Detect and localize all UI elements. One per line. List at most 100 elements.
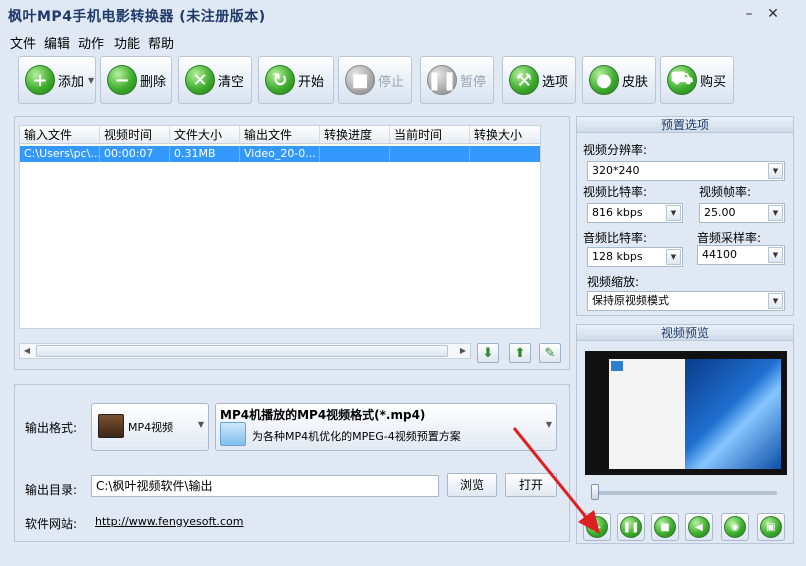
browse-button[interactable]: 浏览 [447, 473, 497, 497]
fullscreen-button[interactable]: ▣ [757, 513, 785, 541]
tv-icon [98, 414, 124, 438]
video-scale-label: 视频缩放: [587, 275, 640, 289]
title-bar: 枫叶MP4手机电影转换器 (未注册版本) – ✕ [0, 0, 806, 30]
cell-video-time: 00:00:07 [100, 146, 170, 162]
cell-current-time [390, 146, 470, 162]
scroll-thumb[interactable] [36, 345, 448, 357]
minimize-icon[interactable]: – [738, 4, 760, 24]
menu-function[interactable]: 功能 [114, 33, 140, 52]
buy-button[interactable]: ⛟ 购买 [660, 56, 734, 104]
camera-icon: ◉ [724, 516, 746, 538]
col-progress[interactable]: 转换进度 [320, 126, 390, 144]
cell-file-size: 0.31MB [170, 146, 240, 162]
video-bitrate-select[interactable]: 816 kbps ▼ [587, 203, 683, 223]
frame-rate-select[interactable]: 25.00 ▼ [699, 203, 785, 223]
table-row[interactable]: C:\Users\pc\... 00:00:07 0.31MB Video_20… [20, 146, 540, 162]
chevron-down-icon: ▼ [545, 420, 552, 429]
horizontal-scrollbar[interactable]: ◀ ▶ [19, 343, 471, 359]
pause-preview-button[interactable]: ❚❚ [617, 513, 645, 541]
clear-label: 清空 [218, 74, 245, 90]
play-icon: ▶ [586, 516, 608, 538]
add-button[interactable]: + 添加 ▼ [18, 56, 96, 104]
close-icon[interactable]: ✕ [762, 4, 784, 24]
start-button[interactable]: ↻ 开始 [258, 56, 334, 104]
sample-rate-value: 44100 [702, 248, 737, 261]
arrow-up-icon: ⬆ [514, 345, 526, 361]
chevron-down-icon[interactable]: ▼ [768, 293, 783, 309]
resolution-label: 视频分辨率: [583, 143, 648, 157]
format-description: 为各种MP4机优化的MPEG-4视频预置方案 [252, 430, 461, 443]
stop-preview-button[interactable]: ■ [651, 513, 679, 541]
skin-label: 皮肤 [622, 74, 649, 90]
clear-button[interactable]: ✕ 清空 [178, 56, 252, 104]
seek-knob[interactable] [591, 484, 599, 500]
sample-rate-select[interactable]: 44100 ▼ [697, 245, 785, 265]
move-up-button[interactable]: ⬆ [509, 343, 531, 363]
output-format-label: 输出格式: [25, 421, 78, 435]
options-button[interactable]: ⚒ 选项 [502, 56, 576, 104]
video-scale-select[interactable]: 保持原视频模式 ▼ [587, 291, 785, 311]
menu-help[interactable]: 帮助 [148, 33, 174, 52]
format-category: MP4视频 [128, 421, 174, 434]
output-dir-label: 输出目录: [25, 483, 78, 497]
skin-button[interactable]: ● 皮肤 [582, 56, 656, 104]
resolution-value: 320*240 [592, 164, 640, 177]
chevron-down-icon[interactable]: ▼ [666, 205, 681, 221]
scroll-left-icon[interactable]: ◀ [20, 344, 34, 358]
play-button[interactable]: ▶ [583, 513, 611, 541]
chevron-down-icon[interactable]: ▼ [768, 205, 783, 221]
move-down-button[interactable]: ⬇ [477, 343, 499, 363]
chevron-down-icon[interactable]: ▼ [88, 76, 94, 85]
audio-bitrate-select[interactable]: 128 kbps ▼ [587, 247, 683, 267]
preset-title: 预置选项 [577, 117, 793, 133]
format-category-select[interactable]: MP4视频 ▼ [91, 403, 209, 451]
resolution-select[interactable]: 320*240 ▼ [587, 161, 785, 181]
chevron-down-icon[interactable]: ▼ [768, 163, 783, 179]
col-converted-size[interactable]: 转换大小 [470, 126, 542, 144]
stop-button[interactable]: ■ 停止 [338, 56, 412, 104]
chevron-down-icon[interactable]: ▼ [666, 249, 681, 265]
audio-bitrate-value: 128 kbps [592, 250, 643, 263]
website-label: 软件网站: [25, 517, 78, 531]
menu-file[interactable]: 文件 [10, 33, 36, 52]
tools-icon: ⚒ [509, 65, 539, 95]
cell-converted-size [470, 146, 542, 162]
seek-slider[interactable] [591, 484, 777, 500]
frame-rate-label: 视频帧率: [699, 185, 752, 199]
video-bitrate-value: 816 kbps [592, 206, 643, 219]
preview-desktop [685, 359, 781, 469]
start-label: 开始 [298, 74, 325, 90]
col-file-size[interactable]: 文件大小 [170, 126, 240, 144]
col-input-file[interactable]: 输入文件 [20, 126, 100, 144]
mute-button[interactable]: ◀ [685, 513, 713, 541]
col-current-time[interactable]: 当前时间 [390, 126, 470, 144]
scroll-right-icon[interactable]: ▶ [456, 344, 470, 358]
pause-icon: ❚❚ [620, 516, 642, 538]
pause-label: 暂停 [460, 74, 487, 90]
pause-button[interactable]: ❚❚ 暂停 [420, 56, 494, 104]
pause-icon: ❚❚ [427, 65, 457, 95]
minus-icon: − [107, 65, 137, 95]
pen-icon: ✎ [544, 345, 556, 361]
output-dir-input[interactable]: C:\枫叶视频软件\输出 [91, 475, 439, 497]
menu-edit[interactable]: 编辑 [44, 33, 70, 52]
snapshot-button[interactable]: ◉ [721, 513, 749, 541]
delete-button[interactable]: − 删除 [100, 56, 172, 104]
menu-action[interactable]: 动作 [78, 33, 104, 52]
sample-rate-label: 音频采样率: [697, 231, 762, 245]
audio-bitrate-label: 音频比特率: [583, 231, 648, 245]
website-link[interactable]: http://www.fengyesoft.com [95, 515, 244, 528]
preview-window-icon [611, 361, 623, 371]
chevron-down-icon[interactable]: ▼ [768, 247, 783, 263]
video-scale-value: 保持原视频模式 [592, 294, 669, 307]
arrow-down-icon: ⬇ [482, 345, 494, 361]
col-video-time[interactable]: 视频时间 [100, 126, 170, 144]
file-table[interactable]: 输入文件 视频时间 文件大小 输出文件 转换进度 当前时间 转换大小 C:\Us… [19, 125, 541, 329]
preview-title: 视频预览 [577, 325, 793, 341]
open-button[interactable]: 打开 [505, 473, 557, 497]
output-panel: 输出格式: MP4视频 ▼ MP4机播放的MP4视频格式(*.mp4) 为各种M… [14, 384, 570, 542]
edit-button[interactable]: ✎ [539, 343, 561, 363]
delete-label: 删除 [140, 74, 167, 90]
col-output-file[interactable]: 输出文件 [240, 126, 320, 144]
format-select[interactable]: MP4机播放的MP4视频格式(*.mp4) 为各种MP4机优化的MPEG-4视频… [215, 403, 557, 451]
